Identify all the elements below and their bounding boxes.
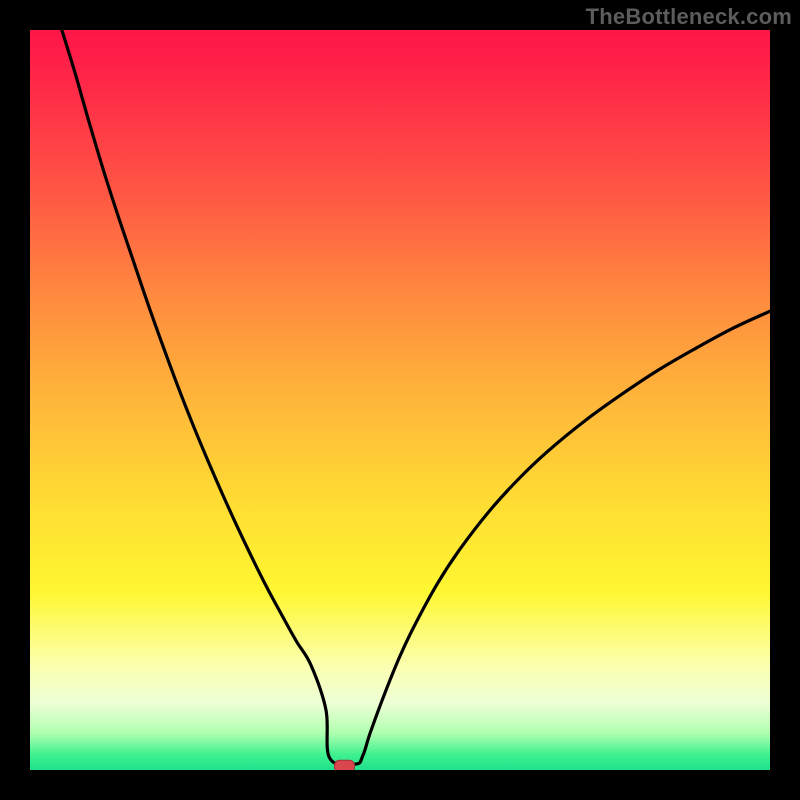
bottleneck-curve: [30, 30, 770, 770]
watermark-text: TheBottleneck.com: [586, 4, 792, 30]
plot-area: [30, 30, 770, 770]
optimum-marker: [335, 760, 355, 770]
chart-frame: TheBottleneck.com: [0, 0, 800, 800]
